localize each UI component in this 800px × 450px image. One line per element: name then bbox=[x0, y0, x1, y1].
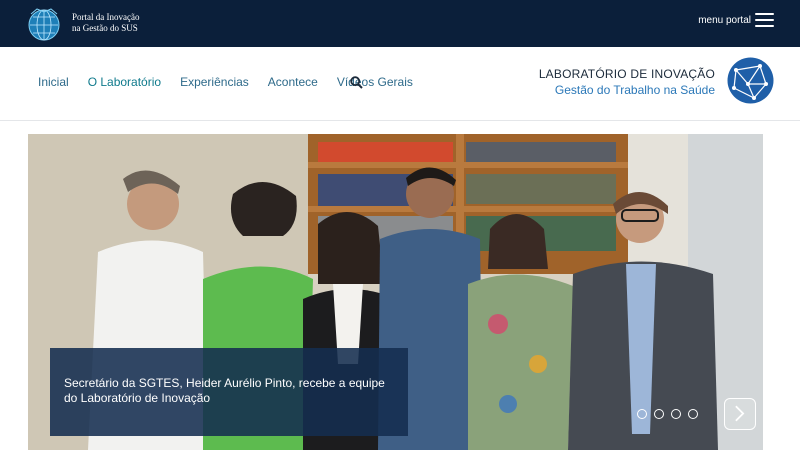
slide-caption-text: Secretário da SGTES, Heider Aurélio Pint… bbox=[64, 376, 385, 405]
portal-name[interactable]: Portal da Inovação na Gestão do SUS bbox=[72, 12, 139, 34]
lab-title: LABORATÓRIO DE INOVAÇÃO bbox=[538, 67, 715, 81]
nav-item-o-laboratorio[interactable]: O Laboratório bbox=[88, 75, 161, 89]
menu-portal-button[interactable]: menu portal bbox=[698, 13, 774, 27]
slider-dot-1[interactable] bbox=[637, 409, 647, 419]
hamburger-icon bbox=[755, 13, 774, 27]
top-bar: Portal da Inovação na Gestão do SUS menu… bbox=[0, 0, 800, 47]
slide-caption[interactable]: Secretário da SGTES, Heider Aurélio Pint… bbox=[50, 348, 408, 436]
lab-subtitle: Gestão do Trabalho na Saúde bbox=[554, 83, 715, 97]
slider-dot-3[interactable] bbox=[671, 409, 681, 419]
hero-slider[interactable]: Secretário da SGTES, Heider Aurélio Pint… bbox=[28, 134, 763, 450]
nav-item-experiencias[interactable]: Experiências bbox=[180, 75, 249, 89]
portal-name-line1: Portal da Inovação bbox=[72, 12, 140, 22]
slider-next-button[interactable] bbox=[724, 398, 756, 430]
portal-logo-icon[interactable] bbox=[25, 5, 63, 43]
slider-dot-2[interactable] bbox=[654, 409, 664, 419]
slider-dot-4[interactable] bbox=[688, 409, 698, 419]
nav-item-videos-gerais[interactable]: Vídeos Gerais bbox=[337, 75, 413, 89]
nav-item-acontece[interactable]: Acontece bbox=[268, 75, 318, 89]
main-nav-bar: Inicial O Laboratório Experiências Acont… bbox=[0, 47, 800, 121]
main-nav: Inicial O Laboratório Experiências Acont… bbox=[38, 75, 432, 89]
portal-name-line2: na Gestão do SUS bbox=[72, 23, 138, 33]
slider-dots bbox=[637, 409, 698, 419]
menu-portal-label: menu portal bbox=[698, 14, 751, 26]
lab-title-block[interactable]: LABORATÓRIO DE INOVAÇÃO Gestão do Trabal… bbox=[539, 67, 715, 97]
chevron-right-icon bbox=[735, 405, 745, 422]
network-globe-icon[interactable] bbox=[726, 56, 775, 105]
nav-item-inicial[interactable]: Inicial bbox=[38, 75, 69, 89]
search-icon[interactable] bbox=[350, 76, 363, 89]
